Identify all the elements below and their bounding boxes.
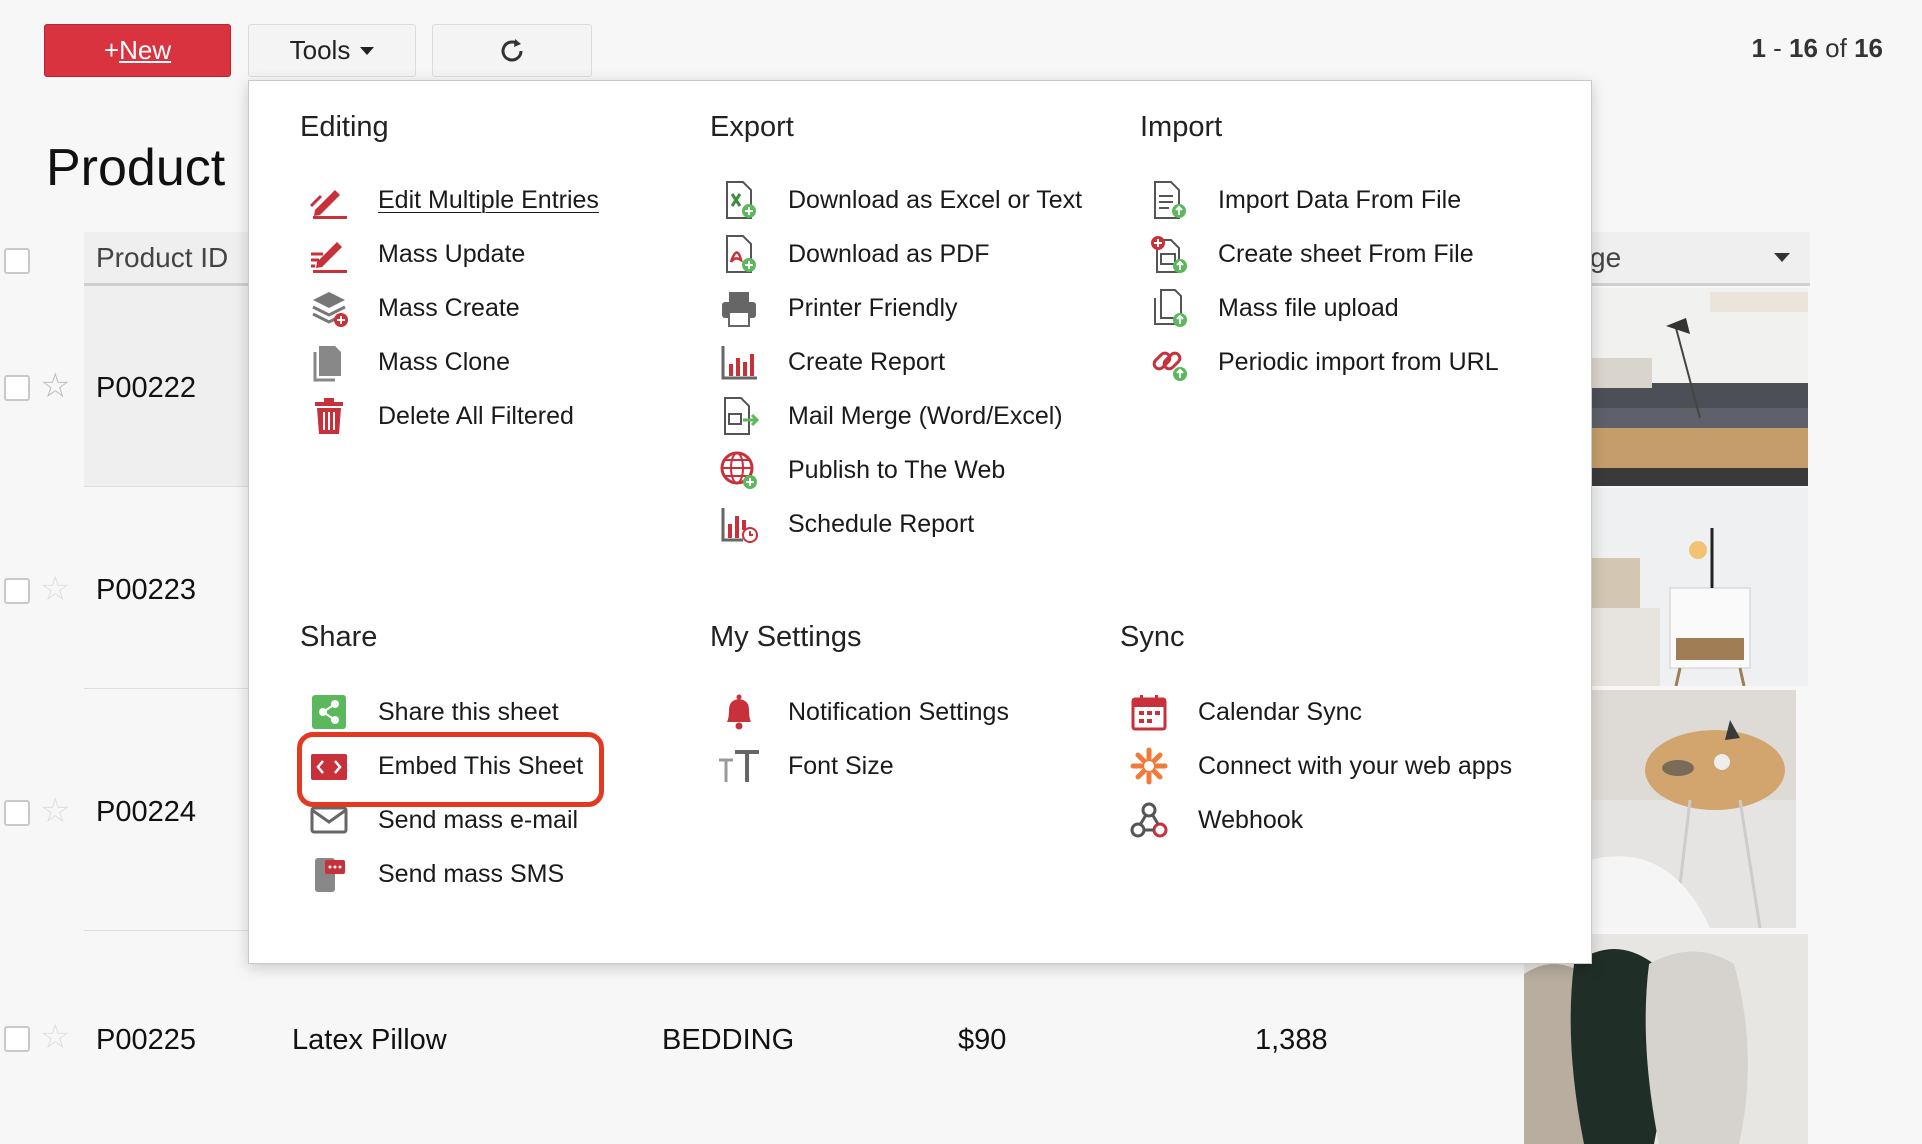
menu-item-create-report[interactable]: Create Report <box>717 335 1082 389</box>
row-quantity: 1,388 <box>1255 1024 1328 1056</box>
menu-item-create-sheet-from-file[interactable]: Create sheet From File <box>1147 227 1499 281</box>
pdf-file-icon <box>717 232 761 276</box>
menu-item-send-mass-sms[interactable]: Send mass SMS <box>307 847 583 901</box>
product-image-side-table <box>1590 690 1796 928</box>
star-icon[interactable]: ☆ <box>40 1020 70 1054</box>
star-icon[interactable]: ☆ <box>40 794 70 828</box>
export-section: Download as Excel or Text Download as PD… <box>717 173 1082 551</box>
menu-item-mass-clone[interactable]: Mass Clone <box>307 335 599 389</box>
calendar-icon <box>1127 690 1171 734</box>
menu-item-schedule-report[interactable]: Schedule Report <box>717 497 1082 551</box>
menu-item-share-sheet[interactable]: Share this sheet <box>307 685 583 739</box>
bell-icon <box>717 690 761 734</box>
star-icon[interactable]: ☆ <box>40 369 70 403</box>
section-title-import: Import <box>1140 111 1223 143</box>
row-product-id: P00223 <box>96 574 196 606</box>
printer-icon <box>717 286 761 330</box>
star-icon[interactable]: ☆ <box>40 572 70 606</box>
new-prefix: + <box>103 35 120 65</box>
new-label: New <box>119 35 172 65</box>
menu-item-mass-file-upload[interactable]: Mass file upload <box>1147 281 1499 335</box>
section-title-my-settings: My Settings <box>710 621 862 653</box>
menu-item-notification-settings[interactable]: Notification Settings <box>717 685 1009 739</box>
menu-item-webhook[interactable]: Webhook <box>1127 793 1512 847</box>
import-section: Import Data From File Create sheet From … <box>1147 173 1499 389</box>
row-divider <box>84 486 254 487</box>
new-button[interactable]: + New <box>44 24 231 77</box>
bar-chart-icon <box>717 340 761 384</box>
row-category: BEDDING <box>662 1024 795 1056</box>
column-menu-caret-icon <box>1774 253 1790 262</box>
product-image-pillows <box>1524 934 1808 1144</box>
row-checkbox[interactable] <box>4 375 30 401</box>
menu-item-connect-web-apps[interactable]: Connect with your web apps <box>1127 739 1512 793</box>
tools-dropdown-menu: Editing Edit Multiple Entries Mass Updat… <box>248 80 1592 964</box>
editing-section: Edit Multiple Entries Mass Update Mass C… <box>307 173 599 443</box>
page-title: Product <box>46 139 226 197</box>
link-icon <box>1147 340 1191 384</box>
select-all-checkbox[interactable] <box>4 248 30 274</box>
share-icon <box>307 690 351 734</box>
menu-item-import-data-from-file[interactable]: Import Data From File <box>1147 173 1499 227</box>
section-title-sync: Sync <box>1120 621 1185 653</box>
menu-item-mass-update[interactable]: Mass Update <box>307 227 599 281</box>
zapier-asterisk-icon <box>1127 744 1171 788</box>
row-product-id: P00224 <box>96 796 196 828</box>
trash-icon <box>307 394 351 438</box>
product-image-bed <box>1590 288 1808 486</box>
menu-item-edit-multiple-entries[interactable]: Edit Multiple Entries <box>307 173 599 227</box>
row-checkbox[interactable] <box>4 1026 30 1052</box>
create-sheet-icon <box>1147 232 1191 276</box>
clone-icon <box>307 340 351 384</box>
row-product-name: Latex Pillow <box>292 1024 447 1056</box>
column-header-image[interactable]: ge <box>1590 232 1810 286</box>
layers-add-icon <box>307 286 351 330</box>
menu-item-printer-friendly[interactable]: Printer Friendly <box>717 281 1082 335</box>
product-image-nightstand <box>1590 488 1808 686</box>
excel-file-icon <box>717 178 761 222</box>
highlight-annotation <box>297 732 604 807</box>
menu-item-font-size[interactable]: Font Size <box>717 739 1009 793</box>
row-price: $90 <box>958 1024 1007 1056</box>
pagination-label: 1 - 16 of 16 <box>1751 33 1883 63</box>
menu-item-calendar-sync[interactable]: Calendar Sync <box>1127 685 1512 739</box>
row-product-id: P00222 <box>96 372 196 404</box>
menu-item-periodic-import-url[interactable]: Periodic import from URL <box>1147 335 1499 389</box>
menu-item-mail-merge[interactable]: Mail Merge (Word/Excel) <box>717 389 1082 443</box>
section-title-share: Share <box>300 621 378 653</box>
caret-down-icon <box>360 46 375 55</box>
row-checkbox[interactable] <box>4 578 30 604</box>
refresh-icon <box>501 38 523 61</box>
webhook-icon <box>1127 798 1171 842</box>
font-size-icon <box>717 744 761 788</box>
menu-item-delete-all-filtered[interactable]: Delete All Filtered <box>307 389 599 443</box>
tools-label: Tools <box>289 35 351 65</box>
section-title-editing: Editing <box>300 111 389 143</box>
menu-item-download-excel[interactable]: Download as Excel or Text <box>717 173 1082 227</box>
column-header-product-id[interactable]: Product ID <box>84 232 254 286</box>
section-title-export: Export <box>710 111 794 143</box>
mail-merge-icon <box>717 394 761 438</box>
mass-update-icon <box>307 232 351 276</box>
sync-section: Calendar Sync Connect with your web apps… <box>1127 685 1512 847</box>
globe-icon <box>717 448 761 492</box>
row-checkbox[interactable] <box>4 800 30 826</box>
row-divider <box>84 688 254 689</box>
tools-button[interactable]: Tools <box>248 24 416 77</box>
refresh-button[interactable] <box>432 24 592 77</box>
sms-phone-icon <box>307 852 351 896</box>
pencil-edit-icon <box>307 178 351 222</box>
menu-item-download-pdf[interactable]: Download as PDF <box>717 227 1082 281</box>
settings-section: Notification Settings Font Size <box>717 685 1009 793</box>
menu-item-publish-web[interactable]: Publish to The Web <box>717 443 1082 497</box>
file-upload-icon <box>1147 286 1191 330</box>
row-product-id: P00225 <box>96 1024 196 1056</box>
schedule-report-icon <box>717 502 761 546</box>
import-file-icon <box>1147 178 1191 222</box>
menu-item-mass-create[interactable]: Mass Create <box>307 281 599 335</box>
